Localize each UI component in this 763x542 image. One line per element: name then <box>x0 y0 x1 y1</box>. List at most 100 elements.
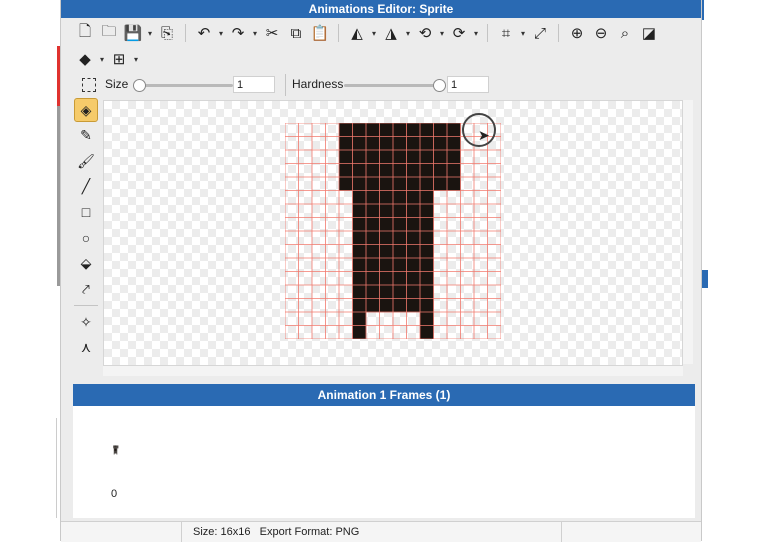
chevron-down-icon[interactable]: ▾ <box>97 48 107 70</box>
sprite-pixel[interactable] <box>379 204 394 218</box>
chevron-down-icon[interactable]: ▾ <box>131 48 141 70</box>
sprite-pixel[interactable] <box>406 177 421 191</box>
sprite-pixel[interactable] <box>433 150 448 164</box>
save-icon[interactable]: 💾 <box>121 22 145 44</box>
sprite-pixel[interactable] <box>406 298 421 313</box>
sprite-pixel[interactable] <box>366 271 380 286</box>
sprite-pixel[interactable] <box>352 258 367 272</box>
sprite-pixel[interactable] <box>393 177 407 191</box>
sprite-pixel[interactable] <box>366 231 380 245</box>
sprite-pixel-grid[interactable] <box>285 123 501 339</box>
crop-icon[interactable]: ⌗ <box>494 22 518 44</box>
sprite-pixel[interactable] <box>366 244 380 259</box>
sprite-pixel[interactable] <box>406 231 421 245</box>
sprite-pixel[interactable] <box>339 136 353 151</box>
chevron-down-icon[interactable]: ▾ <box>369 22 379 44</box>
sprite-pixel[interactable] <box>379 298 394 313</box>
new-file-icon[interactable]: 🗋 <box>73 22 97 44</box>
sprite-pixel[interactable] <box>433 163 448 178</box>
sprite-pixel[interactable] <box>379 244 394 259</box>
sprite-pixel[interactable] <box>393 163 407 178</box>
canvas-horizontal-scrollbar[interactable] <box>103 366 683 376</box>
open-folder-icon[interactable]: 🗀 <box>97 22 121 44</box>
sprite-pixel[interactable] <box>420 312 434 326</box>
sprite-pixel[interactable] <box>420 271 434 286</box>
sprite-pixel[interactable] <box>352 217 367 232</box>
sprite-pixel[interactable] <box>447 163 461 178</box>
sprite-pixel[interactable] <box>420 258 434 272</box>
sprite-pixel[interactable] <box>420 204 434 218</box>
sprite-pixel[interactable] <box>366 163 380 178</box>
sprite-pixel[interactable] <box>420 298 434 313</box>
sprite-pixel[interactable] <box>393 204 407 218</box>
sprite-pixel[interactable] <box>379 258 394 272</box>
flip-vertical-icon[interactable]: ◮ <box>379 22 403 44</box>
invert-icon[interactable]: ◪ <box>637 22 661 44</box>
sprite-pixel[interactable] <box>420 190 434 205</box>
flip-horizontal-icon[interactable]: ◭ <box>345 22 369 44</box>
sprite-pixel[interactable] <box>352 231 367 245</box>
sprite-pixel[interactable] <box>352 123 367 137</box>
sprite-pixel[interactable] <box>379 123 394 137</box>
sprite-pixel[interactable] <box>352 136 367 151</box>
chevron-down-icon[interactable]: ▾ <box>250 22 260 44</box>
sprite-pixel[interactable] <box>352 163 367 178</box>
sprite-pixel[interactable] <box>352 271 367 286</box>
size-slider[interactable] <box>133 79 233 92</box>
sprite-pixel[interactable] <box>393 258 407 272</box>
sprite-pixel[interactable] <box>406 163 421 178</box>
sprite-pixel[interactable] <box>339 123 353 137</box>
chevron-down-icon[interactable]: ▾ <box>471 22 481 44</box>
redo-icon[interactable]: ↷ <box>226 22 250 44</box>
sprite-pixel[interactable] <box>433 123 448 137</box>
sprite-pixel[interactable] <box>366 123 380 137</box>
sprite-pixel[interactable] <box>352 150 367 164</box>
sprite-pixel[interactable] <box>433 177 448 191</box>
sprite-pixel[interactable] <box>406 136 421 151</box>
sprite-pixel[interactable] <box>379 136 394 151</box>
sprite-pixel[interactable] <box>406 123 421 137</box>
sprite-pixel[interactable] <box>420 325 434 340</box>
window-title[interactable]: Animations Editor: Sprite <box>61 0 701 18</box>
sprite-pixel[interactable] <box>366 217 380 232</box>
sprite-pixel[interactable] <box>420 150 434 164</box>
copy-icon[interactable]: ⧉ <box>284 22 308 44</box>
sprite-pixel[interactable] <box>420 136 434 151</box>
node-tool-icon[interactable]: ⋏ <box>74 336 98 360</box>
sprite-pixel[interactable] <box>379 177 394 191</box>
save-as-icon[interactable]: ⎘ <box>155 22 179 44</box>
chevron-down-icon[interactable]: ▾ <box>437 22 447 44</box>
size-input[interactable]: 1 <box>233 76 275 93</box>
sprite-pixel[interactable] <box>379 217 394 232</box>
sprite-pixel[interactable] <box>352 312 367 326</box>
eyedropper-icon[interactable]: ⤤ <box>74 277 98 301</box>
sprite-pixel[interactable] <box>406 204 421 218</box>
sprite-pixel[interactable] <box>366 136 380 151</box>
resize-icon[interactable]: ⤢ <box>528 22 552 44</box>
sprite-pixel[interactable] <box>447 177 461 191</box>
layers-icon[interactable]: ◆ <box>73 48 97 70</box>
sprite-pixel[interactable] <box>379 271 394 286</box>
sprite-pixel[interactable] <box>447 136 461 151</box>
sprite-pixel[interactable] <box>379 163 394 178</box>
sprite-pixel[interactable] <box>420 163 434 178</box>
sprite-pixel[interactable] <box>406 150 421 164</box>
sprite-pixel[interactable] <box>420 231 434 245</box>
paste-icon[interactable]: 📋 <box>308 22 332 44</box>
sprite-pixel[interactable] <box>393 298 407 313</box>
rotate-left-icon[interactable]: ⟲ <box>413 22 437 44</box>
sprite-pixel[interactable] <box>393 244 407 259</box>
sprite-pixel[interactable] <box>352 298 367 313</box>
sprite-pixel[interactable] <box>339 177 353 191</box>
sprite-pixel[interactable] <box>366 190 380 205</box>
sprite-pixel[interactable] <box>420 177 434 191</box>
sprite-pixel[interactable] <box>352 325 367 340</box>
sprite-pixel[interactable] <box>393 136 407 151</box>
grid-icon[interactable]: ⊞ <box>107 48 131 70</box>
sprite-pixel[interactable] <box>339 163 353 178</box>
line-icon[interactable]: ╱ <box>74 175 98 199</box>
sprite-pixel[interactable] <box>433 136 448 151</box>
rotate-right-icon[interactable]: ⟳ <box>447 22 471 44</box>
undo-icon[interactable]: ↶ <box>192 22 216 44</box>
sprite-pixel[interactable] <box>393 285 407 299</box>
